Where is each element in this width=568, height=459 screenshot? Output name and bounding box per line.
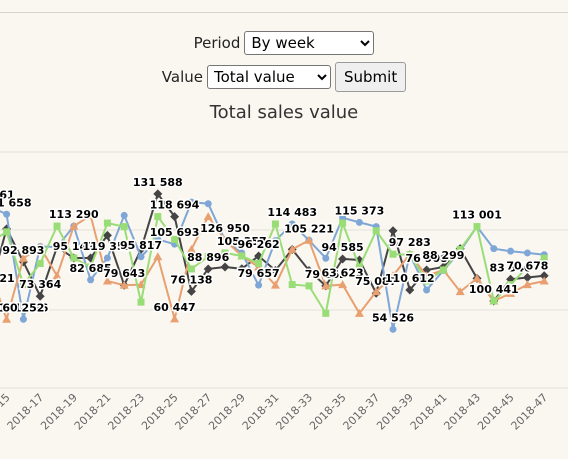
series-2-point [539, 276, 549, 285]
series-3-point [154, 213, 162, 221]
data-label: 95 817 [120, 239, 162, 252]
data-label: 76 138 [170, 273, 212, 286]
data-label: 70 678 [506, 260, 548, 273]
series-3-point [271, 220, 279, 228]
series-3-point [305, 282, 313, 290]
series-1-point [204, 200, 212, 208]
series-1-point [507, 247, 515, 255]
data-label: 88 299 [422, 249, 464, 262]
series-3-point [255, 259, 263, 267]
data-label: 126 950 [200, 222, 250, 235]
data-label: 79 643 [103, 267, 145, 280]
data-label: 60 252 [2, 301, 44, 314]
data-label: 92 893 [2, 244, 44, 257]
series-3-point [322, 309, 330, 317]
series-2-point [153, 252, 163, 261]
data-label: 96 262 [238, 238, 280, 251]
series-1-point [103, 254, 111, 262]
data-label: 97 283 [389, 236, 431, 249]
series-3-point [288, 281, 296, 289]
series-1-point [355, 218, 363, 226]
series-1-point [255, 281, 263, 289]
series-1-point [322, 254, 330, 262]
data-label: 105 221 [284, 222, 334, 235]
series-3-point [3, 228, 11, 236]
series-3-point [490, 297, 498, 305]
series-2-point [203, 212, 213, 221]
series-2-point [170, 314, 180, 323]
data-label: 101 658 [0, 196, 31, 209]
data-label: 100 441 [469, 283, 519, 296]
series-3-point [473, 223, 481, 231]
series-3-point [187, 265, 195, 273]
data-label: 113 290 [49, 208, 99, 221]
series-1-point [490, 245, 498, 253]
data-label: 88 896 [187, 251, 229, 264]
series-1-point [87, 276, 95, 284]
series-3-point [120, 223, 128, 231]
data-label: 114 483 [267, 206, 317, 219]
series-3-point [339, 219, 347, 227]
series-3-point [36, 259, 44, 267]
series-3-point [238, 252, 246, 260]
series-1-point [137, 253, 145, 261]
series-3-point [439, 266, 447, 274]
data-label: 94 585 [322, 241, 364, 254]
series-3-point [70, 254, 78, 262]
series-1-point [423, 286, 431, 294]
series-0-point [388, 226, 398, 236]
data-label: 111 721 [0, 272, 15, 285]
series-2-point [2, 314, 12, 323]
series-3-point [372, 227, 380, 235]
series-3-point [137, 298, 145, 306]
series-3-point [53, 222, 61, 230]
data-label: 113 001 [452, 209, 502, 222]
data-label: 110 612 [385, 272, 435, 285]
series-1-point [120, 211, 128, 219]
series-1-point [523, 249, 531, 257]
x-tick-label: 2018-47 [509, 391, 551, 433]
data-label: 60 447 [154, 301, 196, 314]
series-3-point [389, 250, 397, 258]
series-1-point [3, 210, 11, 218]
data-label: 73 364 [19, 278, 61, 291]
data-label: 79 657 [238, 267, 280, 280]
data-label: 105 693 [150, 226, 200, 239]
series-0-point [35, 291, 45, 301]
data-label: 54 526 [372, 311, 414, 324]
series-3-point [103, 219, 111, 227]
series-1-point [389, 325, 397, 333]
data-label: 118 694 [150, 199, 200, 212]
series-1-point [19, 315, 27, 323]
data-label: 131 588 [133, 176, 183, 189]
data-label: 115 373 [335, 204, 385, 217]
sales-line-chart: 138124 461111 721021101 658101 39692 893… [0, 151, 568, 433]
